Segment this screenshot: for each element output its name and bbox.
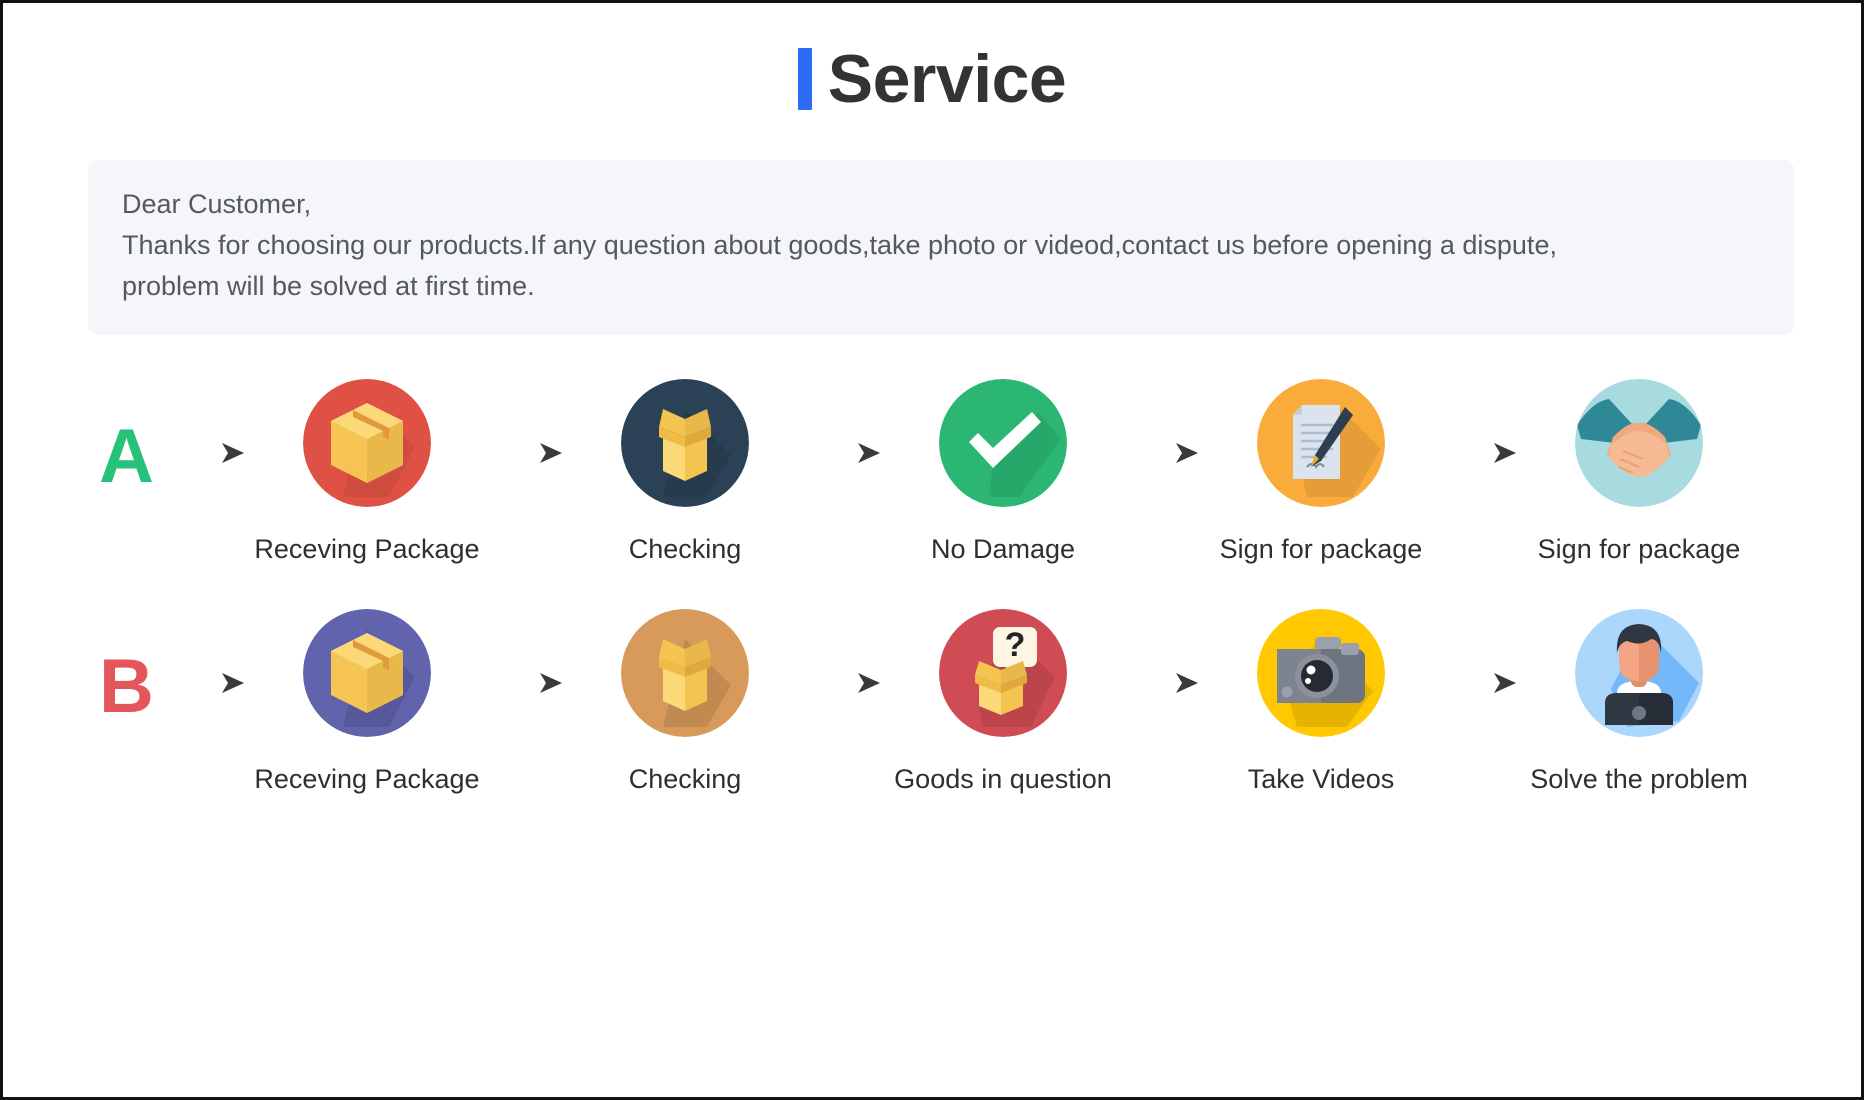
arrow-right-icon <box>165 669 251 697</box>
title-accent-bar <box>797 48 812 110</box>
step-label: Take Videos <box>1247 764 1395 795</box>
step-b-5: Solve the problem <box>1523 609 1755 795</box>
step-label: Receving Package <box>254 764 480 795</box>
step-b-4: Take Videos <box>1205 609 1437 795</box>
step-a-5: Sign for package <box>1523 379 1755 565</box>
arrow-right-icon <box>483 669 569 697</box>
step-label: No Damage <box>930 534 1076 565</box>
svg-text:?: ? <box>1005 626 1026 664</box>
page-title: Service <box>3 3 1861 113</box>
service-page: Service Dear Customer, Thanks for choosi… <box>0 0 1864 1100</box>
document-pen-icon <box>1257 379 1385 508</box>
arrow-right-icon <box>165 439 251 467</box>
closed-box-icon <box>303 609 431 738</box>
step-label: Sign for package <box>1219 534 1423 565</box>
step-b-3: ? Goods in question <box>887 609 1119 795</box>
step-label: Sign for package <box>1537 534 1741 565</box>
arrow-right-icon <box>801 439 887 467</box>
step-b-2: Checking <box>569 609 801 795</box>
step-a-3: No Damage <box>887 379 1119 565</box>
open-box-icon <box>621 609 749 738</box>
customer-notice: Dear Customer, Thanks for choosing our p… <box>88 160 1794 336</box>
notice-line-1: Dear Customer, <box>122 189 312 219</box>
camera-icon <box>1257 609 1385 738</box>
notice-line-2: Thanks for choosing our products.If any … <box>122 230 1557 261</box>
handshake-icon <box>1575 379 1703 508</box>
flow-row-a: A Receving Package Checking No Damage Si… <box>3 379 1861 565</box>
flow-letter-a: A <box>99 414 154 500</box>
step-label: Goods in question <box>894 764 1112 795</box>
arrow-right-icon <box>1437 669 1523 697</box>
arrow-right-icon <box>483 439 569 467</box>
flow-letter-b: B <box>99 644 154 730</box>
step-label: Solve the problem <box>1530 764 1748 795</box>
arrow-right-icon <box>1437 439 1523 467</box>
arrow-right-icon <box>1119 669 1205 697</box>
page-title-text: Service <box>827 41 1067 117</box>
notice-line-3: problem will be solved at first time. <box>122 271 535 302</box>
arrow-right-icon <box>801 669 887 697</box>
arrow-right-icon <box>1119 439 1205 467</box>
step-label: Checking <box>628 764 742 795</box>
step-a-4: Sign for package <box>1205 379 1437 565</box>
step-a-2: Checking <box>569 379 801 565</box>
flow-container: A Receving Package Checking No Damage Si… <box>3 379 1861 796</box>
flow-row-b: B Receving Package Checking ? Goods in q… <box>3 609 1861 795</box>
checkmark-icon <box>939 379 1067 508</box>
support-agent-icon <box>1575 609 1703 738</box>
closed-box-icon <box>303 379 431 508</box>
step-label: Checking <box>628 534 742 565</box>
box-question-icon: ? <box>939 609 1067 738</box>
open-box-icon <box>621 379 749 508</box>
step-label: Receving Package <box>254 534 480 565</box>
step-a-1: Receving Package <box>251 379 483 565</box>
step-b-1: Receving Package <box>251 609 483 795</box>
